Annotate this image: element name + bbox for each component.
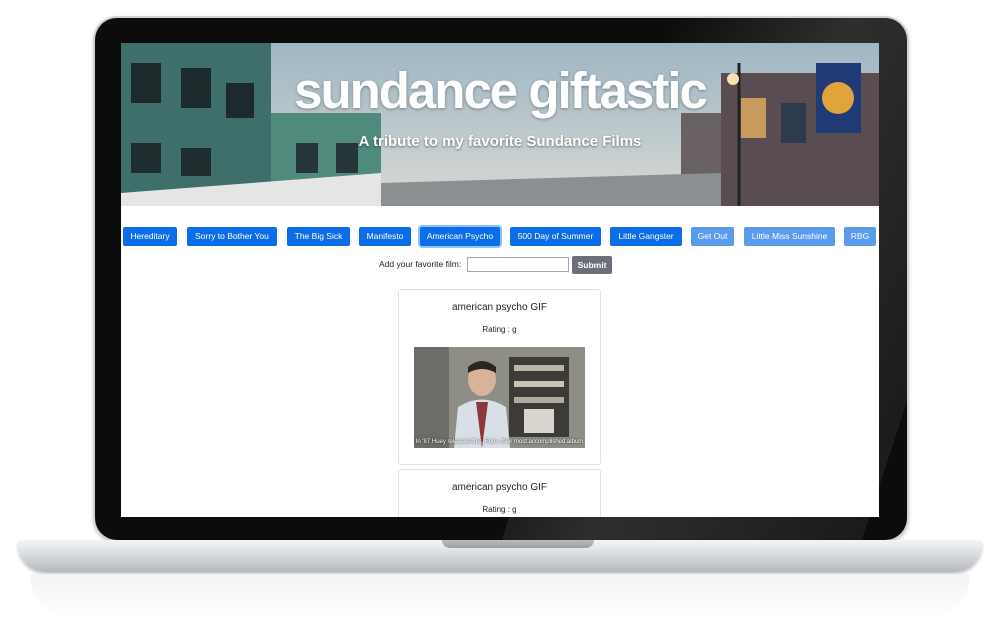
gif-title: american psycho GIF xyxy=(451,482,548,493)
laptop-base-reflection xyxy=(30,574,970,622)
film-button-the-big-sick[interactable]: The Big Sick xyxy=(287,227,350,246)
page-subtitle: A tribute to my favorite Sundance Films xyxy=(358,133,642,150)
gif-rating: Rating : g xyxy=(482,505,517,514)
film-button-american-psycho[interactable]: American Psycho xyxy=(420,227,500,246)
submit-button[interactable]: Submit xyxy=(572,256,612,274)
film-button-little-miss-sunshine[interactable]: Little Miss Sunshine xyxy=(744,227,835,246)
film-button-500-day-of-summer[interactable]: 500 Day of Summer xyxy=(510,227,601,246)
laptop-base-notch xyxy=(442,540,594,548)
gif-rating: Rating : g xyxy=(482,325,517,334)
gif-card: american psycho GIF Rating : g xyxy=(398,469,601,517)
page-title: sundance giftastic xyxy=(294,62,708,119)
film-button-manifesto[interactable]: Manifesto xyxy=(359,227,411,246)
add-film-input[interactable] xyxy=(467,257,569,272)
film-button-get-out[interactable]: Get Out xyxy=(691,227,734,246)
gif-title: american psycho GIF xyxy=(451,302,548,313)
laptop-base xyxy=(18,540,982,572)
add-film-label: Add your favorite film: xyxy=(379,259,462,269)
film-button-sorry-to-bother-you[interactable]: Sorry to Bother You xyxy=(187,227,277,246)
film-button-little-gangster[interactable]: Little Gangster xyxy=(610,227,682,246)
film-button-rbg[interactable]: RBG xyxy=(844,227,876,246)
gif-caption: In '87 Huey released this, Fore, their m… xyxy=(415,439,584,445)
gif-card: american psycho GIF Rating : g In '87 Hu… xyxy=(398,289,601,465)
browser-screen: sundance giftastic A tribute to my favor… xyxy=(121,43,879,517)
hero-banner: sundance giftastic A tribute to my favor… xyxy=(121,43,879,206)
film-button-hereditary[interactable]: Hereditary xyxy=(123,227,177,246)
gif-image[interactable]: In '87 Huey released this, Fore, their m… xyxy=(414,347,585,448)
gif-still-image xyxy=(414,347,585,448)
film-button-row: Hereditary Sorry to Bother You The Big S… xyxy=(123,227,879,247)
